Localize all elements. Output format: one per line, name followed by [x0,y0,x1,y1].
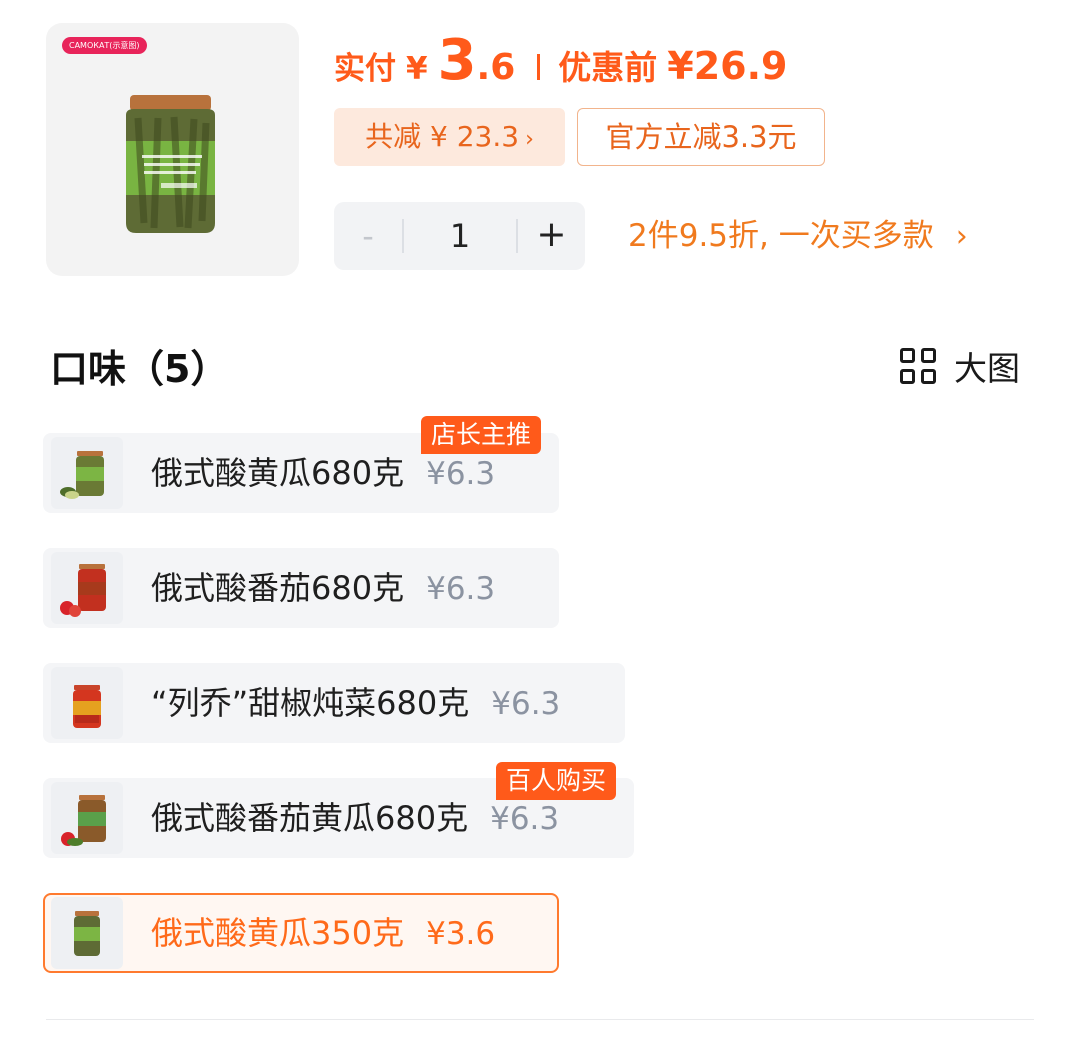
flavor-name: 俄式酸黄瓜350克 [151,914,405,952]
badge-recommended: 店长主推 [421,416,542,454]
flavor-option-label: 俄式酸番茄680克 ¥6.3 [151,548,495,628]
section-divider [46,1019,1034,1020]
pay-price-decimal: .6 [476,47,516,88]
pickle-jar-image [126,95,215,233]
price-row: 实付 ¥ 3 .6 优惠前 ¥26.9 [334,28,787,98]
pay-price-integer: 3 [437,28,477,93]
total-saved-tag[interactable]: 共减 ¥ 23.3 › [334,108,565,166]
chevron-right-icon: › [955,219,968,254]
before-discount-label: 优惠前 [558,48,658,87]
decrease-button[interactable]: - [334,202,402,270]
pay-label: 实付 [334,51,396,87]
flavor-thumbnail [51,782,123,854]
bundle-promo-text: 2件9.5折, 一次买多款 [628,218,934,254]
quantity-value[interactable]: 1 [404,202,516,270]
flavor-price: ¥3.6 [426,916,496,952]
badge-popular: 百人购买 [496,762,617,800]
flavor-thumbnail [51,897,123,969]
flavor-price: ¥6.3 [491,686,561,722]
big-view-label: 大图 [954,349,1020,388]
tomato-jar-image [60,564,106,617]
flavor-option-label: “列乔”甜椒炖菜680克 ¥6.3 [151,663,560,743]
pay-currency: ¥ [406,51,428,87]
official-discount-tag: 官方立减3.3元 [577,108,825,166]
increase-button[interactable]: + [518,202,585,270]
flavor-thumbnail [51,667,123,739]
flavor-option[interactable]: 俄式酸番茄680克 ¥6.3 [43,548,559,628]
before-discount-price: ¥26.9 [667,44,788,88]
flavor-thumbnail [51,552,123,624]
flavor-price: ¥6.3 [426,456,496,492]
flavor-name: 俄式酸番茄黄瓜680克 [151,799,469,837]
flavor-option-label: 俄式酸黄瓜350克 ¥3.6 [151,893,495,973]
chevron-right-icon: › [525,127,534,152]
total-saved-text: 共减 ¥ 23.3 [365,120,520,153]
tomato-cucumber-jar-image [61,795,106,846]
flavor-name: 俄式酸黄瓜680克 [151,454,405,492]
bundle-promo-link[interactable]: 2件9.5折, 一次买多款 › [628,208,968,264]
flavor-thumbnail [51,437,123,509]
flavor-section-title: 口味（5） [50,347,229,391]
flavor-option[interactable]: “列乔”甜椒炖菜680克 ¥6.3 [43,663,625,743]
flavor-name: “列乔”甜椒炖菜680克 [151,684,470,722]
cucumber-jar-image [74,911,100,956]
grid-view-icon [900,348,936,384]
flavor-price: ¥6.3 [426,571,496,607]
flavor-name: 俄式酸番茄680克 [151,569,405,607]
price-divider [537,54,541,80]
cucumber-jar-image [60,451,104,499]
pepper-stew-jar-image [73,685,101,728]
big-view-toggle[interactable]: 大图 [900,342,1020,390]
product-image[interactable]: САМОКАТ(示意图) [46,23,299,276]
flavor-option-selected[interactable]: 俄式酸黄瓜350克 ¥3.6 [43,893,559,973]
quantity-stepper: - 1 + [334,202,585,270]
flavor-price: ¥6.3 [490,801,560,837]
